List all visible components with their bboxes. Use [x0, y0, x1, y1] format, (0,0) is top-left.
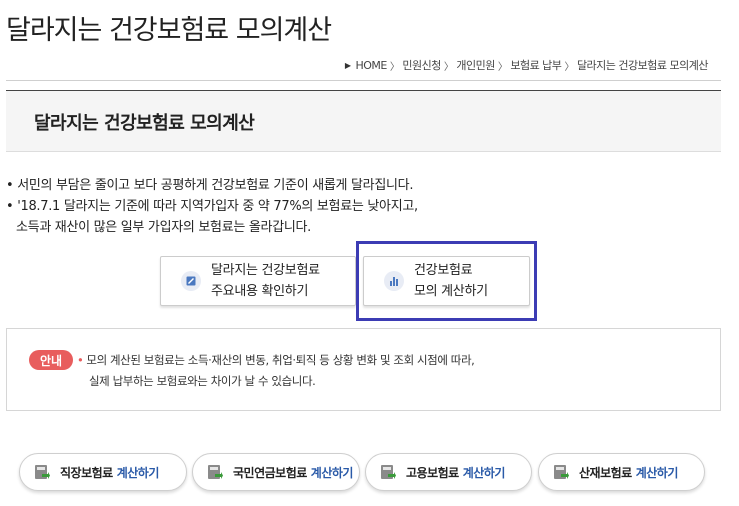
- industrial-accident-calc-button[interactable]: 산재보험료 계산하기: [538, 453, 705, 491]
- breadcrumb-separator: 〉: [564, 61, 574, 73]
- breadcrumb-separator: 〉: [497, 61, 508, 73]
- breadcrumb-item-current: 달라지는 건강보험료 모의계산: [576, 59, 709, 72]
- breadcrumb-item-civil-petition[interactable]: 민원신청: [402, 57, 441, 73]
- calculator-arrow-icon: [381, 465, 396, 479]
- employment-insurance-calc-button[interactable]: 고용보험료 계산하기: [365, 453, 532, 491]
- calculator-arrow-icon: [35, 465, 50, 479]
- intro-line-1: • 서민의 부담은 줄이고 보다 공평하게 건강보험료 기준이 새롭게 달라집니…: [6, 178, 414, 193]
- header-divider: [6, 80, 721, 81]
- breadcrumb: ▶ HOME 〉 민원신청 〉 개인민원 〉 보험료 납부 〉 달라지는 건강보…: [345, 57, 711, 73]
- notice-text: • 모의 계산된 보험료는 소득·재산의 변동, 취업·퇴직 등 상황 변화 및 …: [77, 350, 475, 392]
- highlight-box: [356, 241, 537, 321]
- page-title: 달라지는 건강보험료 모의계산: [6, 15, 332, 46]
- calc-name: 산재보험료: [579, 465, 632, 480]
- calc-name: 국민연금보험료: [233, 465, 307, 480]
- notice-box: 안내 • 모의 계산된 보험료는 소득·재산의 변동, 취업·퇴직 등 상황 변화…: [6, 328, 721, 411]
- calc-action: 계산하기: [310, 465, 354, 480]
- summary-button-line-1: 달라지는 건강보험료: [211, 263, 320, 278]
- bullet-dot-icon: •: [77, 353, 84, 367]
- notice-line-2: 실제 납부하는 보험료와는 차이가 날 수 있습니다.: [89, 374, 316, 388]
- summary-button-line-2: 주요내용 확인하기: [211, 284, 309, 299]
- breadcrumb-home[interactable]: HOME: [355, 59, 387, 72]
- employee-insurance-calc-button[interactable]: 직장보험료 계산하기: [19, 453, 187, 491]
- notice-badge: 안내: [29, 350, 73, 370]
- notice-line-1: 모의 계산된 보험료는 소득·재산의 변동, 취업·퇴직 등 상황 변화 및 조…: [86, 353, 475, 367]
- breadcrumb-arrow-icon: ▶: [344, 60, 351, 70]
- breadcrumb-item-payment[interactable]: 보험료 납부: [510, 57, 562, 73]
- section-title: 달라지는 건강보험료 모의계산: [34, 113, 255, 134]
- national-pension-calc-button[interactable]: 국민연금보험료 계산하기: [192, 453, 360, 491]
- calculator-arrow-icon: [208, 465, 223, 479]
- calc-action: 계산하기: [635, 465, 679, 480]
- intro-line-3: 소득과 재산이 많은 일부 가입자의 보험료는 올라갑니다.: [16, 220, 312, 235]
- calc-action: 계산하기: [116, 465, 160, 480]
- calculator-arrow-icon: [554, 465, 569, 479]
- summary-button-label: 달라지는 건강보험료 주요내용 확인하기: [211, 260, 320, 302]
- breadcrumb-separator: 〉: [443, 61, 454, 73]
- calc-name: 고용보험료: [406, 465, 459, 480]
- document-icon: [181, 271, 201, 291]
- breadcrumb-item-personal[interactable]: 개인민원: [456, 57, 495, 73]
- intro-line-2: • '18.7.1 달라지는 기준에 따라 지역가입자 중 약 77%의 보험료…: [6, 199, 418, 214]
- section-header: 달라지는 건강보험료 모의계산: [6, 90, 721, 152]
- calc-action: 계산하기: [462, 465, 506, 480]
- breadcrumb-separator: 〉: [389, 61, 400, 73]
- summary-button[interactable]: 달라지는 건강보험료 주요내용 확인하기: [160, 256, 356, 306]
- intro-text: • 서민의 부담은 줄이고 보다 공평하게 건강보험료 기준이 새롭게 달라집니…: [6, 175, 418, 238]
- calc-name: 직장보험료: [60, 465, 113, 480]
